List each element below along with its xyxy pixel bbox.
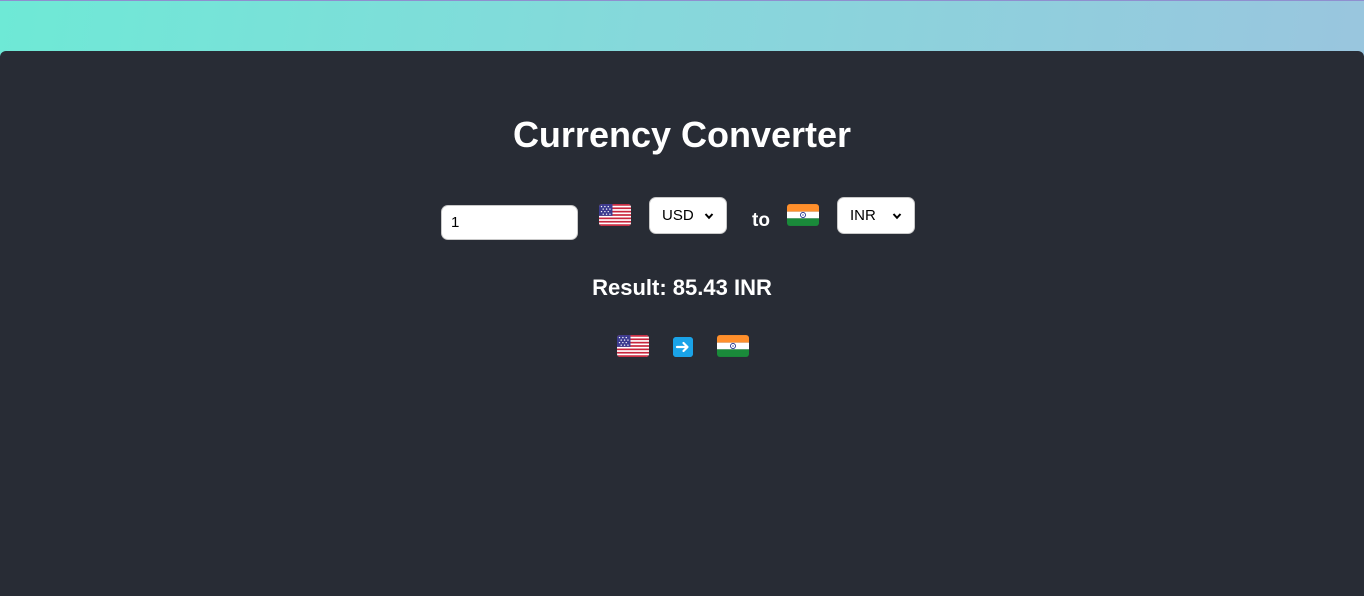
india-flag-icon [717,335,749,357]
from-currency-value: USD [662,207,694,224]
chevron-down-icon [892,212,902,219]
right-arrow-icon [673,337,693,357]
us-flag-icon [617,335,649,357]
conversion-result: Result: 85.43 INR [592,275,772,300]
india-flag-icon [787,204,819,226]
chevron-down-icon [704,212,714,219]
to-label: to [752,210,770,231]
us-flag-icon [599,204,631,226]
top-border [0,0,1364,1]
to-currency-value: INR [850,207,876,224]
to-currency-select[interactable]: INR [837,197,915,234]
page-background: Currency Converter USD to INR [0,0,1364,596]
amount-input[interactable] [441,205,578,240]
from-currency-select[interactable]: USD [649,197,727,234]
page-title: Currency Converter [512,114,852,155]
